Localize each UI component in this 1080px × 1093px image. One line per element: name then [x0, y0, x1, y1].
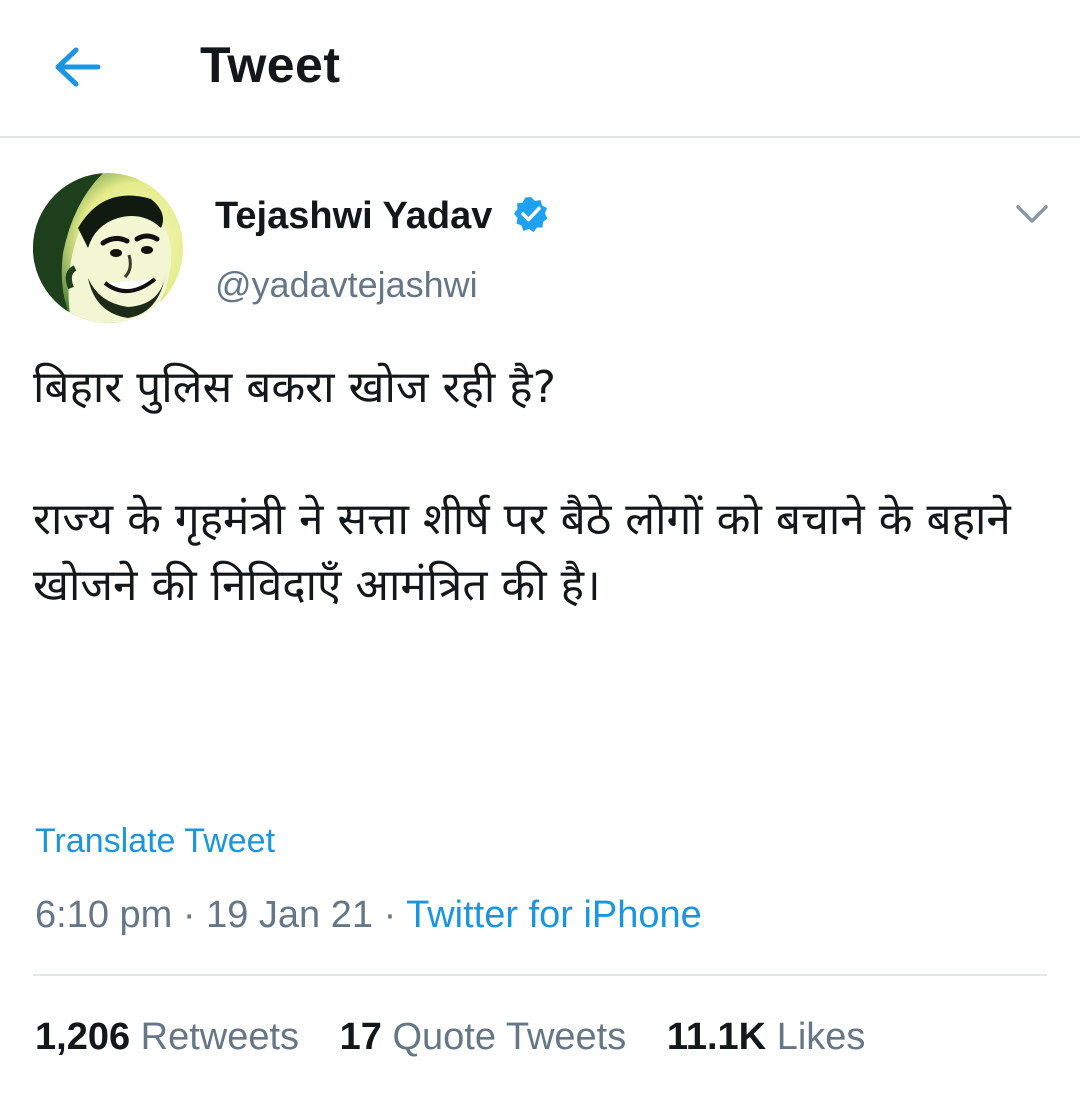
tweet-date: 19 Jan 21	[206, 894, 374, 936]
tweet-text-line: बिहार पुलिस बकरा खोज रही है?	[33, 362, 556, 413]
meta-separator: ·	[172, 894, 207, 936]
profile-photo	[33, 173, 183, 323]
divider	[33, 974, 1047, 976]
retweets-label: Retweets	[140, 1016, 300, 1058]
quote-tweets-stat[interactable]: 17 Quote Tweets	[340, 1016, 627, 1059]
tweet-stats: 1,206 Retweets 17 Quote Tweets 11.1K Lik…	[35, 1016, 895, 1059]
quote-tweets-count: 17	[339, 1016, 382, 1058]
avatar[interactable]	[33, 173, 183, 323]
retweets-stat[interactable]: 1,206 Retweets	[35, 1016, 299, 1059]
meta-separator: ·	[373, 894, 407, 936]
retweets-count: 1,206	[35, 1016, 131, 1058]
tweet-text-line: राज्य के गृहमंत्री ने सत्ता शीर्ष पर बैठ…	[33, 494, 1011, 611]
tweet-source-link[interactable]: Twitter for iPhone	[406, 894, 702, 936]
tweet-menu-button[interactable]	[1010, 197, 1054, 231]
likes-stat[interactable]: 11.1K Likes	[667, 1016, 866, 1059]
chevron-down-icon	[1016, 205, 1048, 223]
likes-label: Likes	[776, 1016, 866, 1058]
page-title: Tweet	[200, 37, 341, 93]
quote-tweets-label: Quote Tweets	[392, 1016, 627, 1058]
verified-badge-icon	[512, 195, 550, 233]
translate-tweet-link[interactable]: Translate Tweet	[35, 822, 275, 861]
author-handle[interactable]: @yadavtejashwi	[215, 264, 478, 306]
arrow-left-icon	[55, 47, 101, 87]
author-name[interactable]: Tejashwi Yadav	[215, 195, 492, 238]
tweet-text: बिहार पुलिस बकरा खोज रही है? राज्य के गृ…	[33, 355, 1043, 619]
top-app-bar: Tweet	[0, 0, 1080, 138]
likes-count: 11.1K	[666, 1016, 767, 1058]
tweet-time: 6:10 pm	[35, 894, 173, 936]
back-button[interactable]	[50, 42, 106, 92]
tweet-metadata: 6:10 pm · 19 Jan 21 · Twitter for iPhone	[35, 894, 702, 937]
